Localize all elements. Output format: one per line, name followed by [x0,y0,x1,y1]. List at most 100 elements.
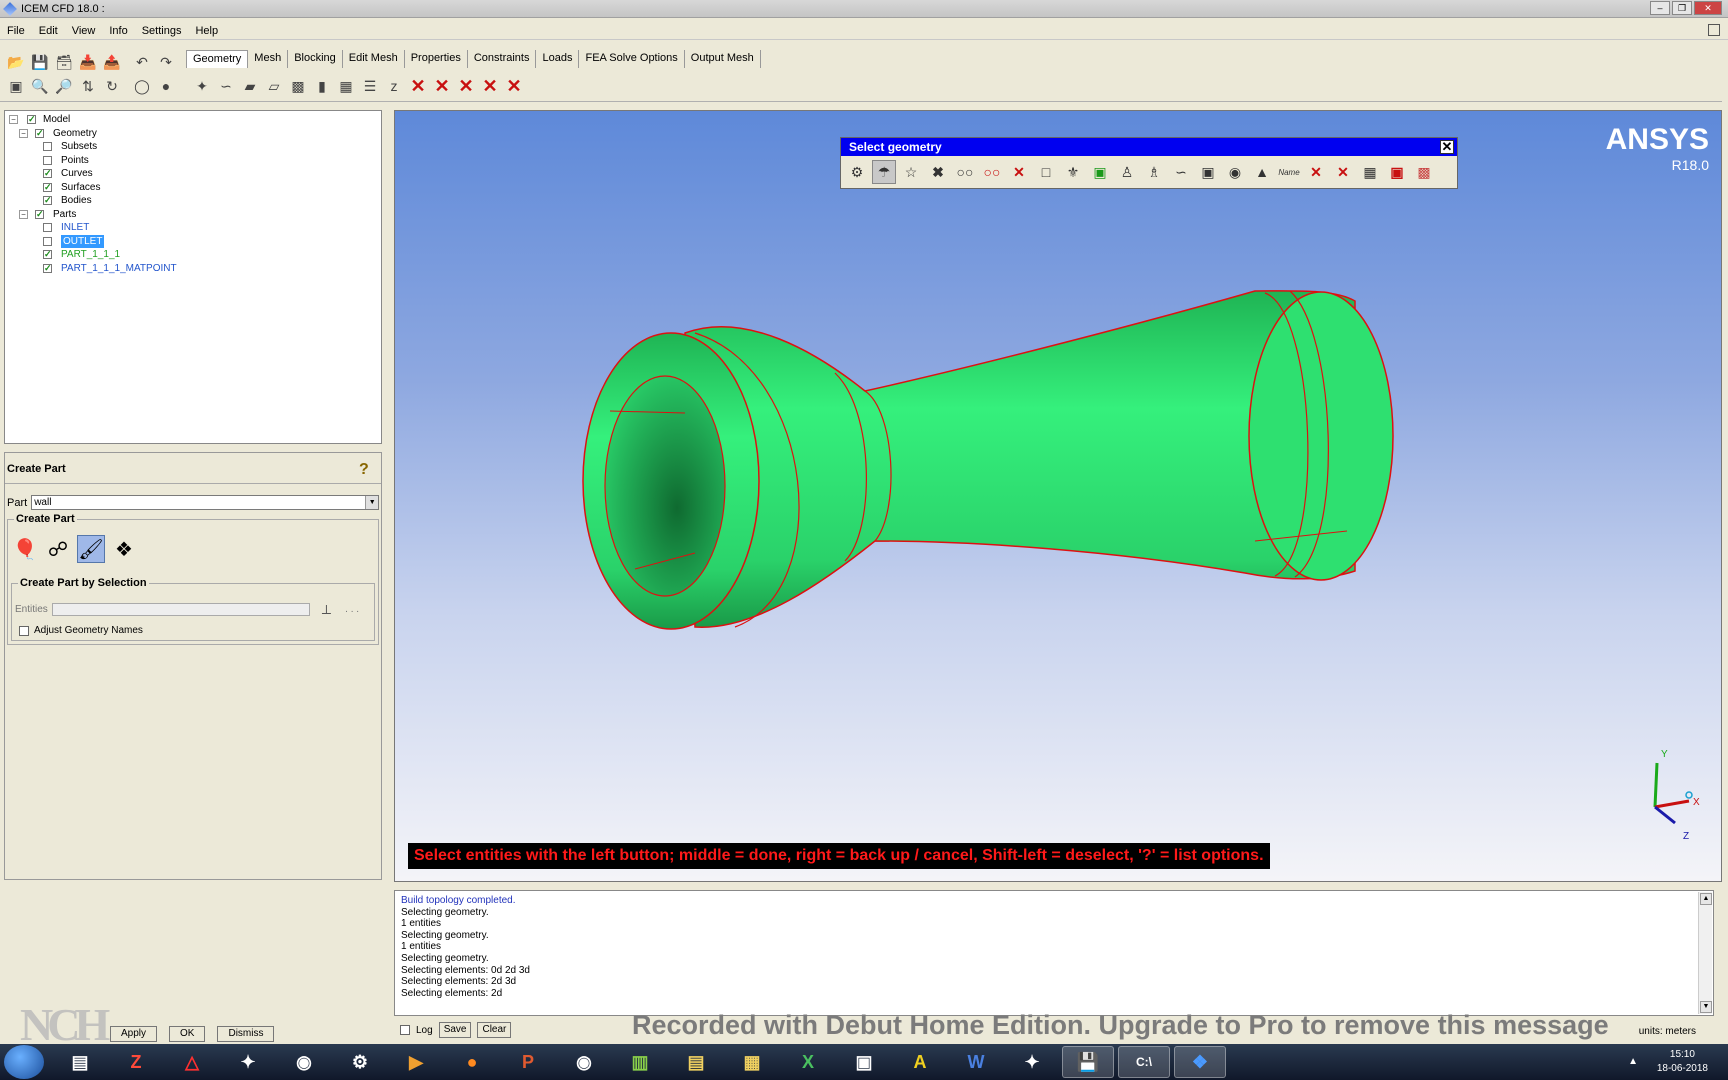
chevron-down-icon[interactable]: ▼ [365,496,379,509]
notepad-app-icon[interactable]: ▤ [54,1046,106,1078]
toggle-dynamic-icon[interactable]: ⚙ [845,160,869,184]
tab-fea-solve-options[interactable]: FEA Solve Options [579,50,685,68]
settings-app-icon[interactable]: ⚙ [334,1046,386,1078]
select-curves-icon[interactable]: ∽ [1169,160,1193,184]
subsets-checkbox[interactable] [43,142,52,151]
measure-icon[interactable]: ⇅ [78,76,98,96]
globe-app-icon[interactable]: ◉ [558,1046,610,1078]
tree-item-parts[interactable]: − ✓ Parts [5,208,381,222]
part-matpoint-checkbox[interactable]: ✓ [43,263,52,273]
zoom-icon[interactable]: 🔍 [30,76,50,96]
cancel-selection-icon[interactable]: ✕ [1007,160,1031,184]
powerpoint-app-icon[interactable]: P [502,1046,554,1078]
delete-curve-icon[interactable]: ✕ [432,76,452,96]
transform-geometry-icon[interactable]: ▦ [336,76,356,96]
maximize-button[interactable]: ❐ [1672,1,1692,15]
tree-item-model[interactable]: − ✓ Model [5,113,381,127]
collapse-model-icon[interactable]: − [9,115,18,124]
wireframe-icon[interactable]: ◯ [132,76,152,96]
help-icon[interactable]: ? [359,461,375,478]
tab-geometry[interactable]: Geometry [186,50,249,68]
delete-point-icon[interactable]: ✕ [408,76,428,96]
scroll-up-icon[interactable]: ▲ [1700,893,1712,905]
model-visibility-checkbox[interactable]: ✓ [27,115,36,124]
ok-button[interactable]: OK [169,1026,206,1042]
select-all-visible-icon[interactable]: ○○ [953,160,977,184]
clear-log-button[interactable]: Clear [477,1022,512,1038]
import-icon[interactable]: 📥 [78,52,98,72]
select-items-in-polygon-region-icon[interactable]: ☆ [899,160,923,184]
tree-item-inlet[interactable]: INLET [5,221,381,235]
select-by-name-icon[interactable]: Name [1277,160,1301,184]
zoom-box-icon[interactable]: 🔎 [54,76,74,96]
firefox-app-icon[interactable]: ● [446,1046,498,1078]
tree-item-part-1-1-1[interactable]: ✓ PART_1_1_1 [5,248,381,262]
log-checkbox[interactable] [400,1025,410,1035]
toggle-material-points-icon[interactable]: ▩ [1412,160,1436,184]
geometry-visibility-checkbox[interactable]: ✓ [35,128,44,138]
tab-edit-mesh[interactable]: Edit Mesh [343,50,405,68]
dismiss-button[interactable]: Dismiss [217,1026,275,1042]
fluent-app-icon[interactable]: ✦ [222,1046,274,1078]
excel-app-icon[interactable]: X [782,1046,834,1078]
part-1-1-1-checkbox[interactable]: ✓ [43,250,52,259]
create-point-icon[interactable]: ✦ [192,76,212,96]
select-surfaces-icon[interactable]: ▣ [1088,160,1112,184]
tab-mesh[interactable]: Mesh [248,50,289,68]
open-folder-icon[interactable]: 📂 [6,52,26,72]
message-scrollbar[interactable]: ▲ ▼ [1698,892,1712,1014]
surfaces-checkbox[interactable]: ✓ [43,182,52,192]
tab-constraints[interactable]: Constraints [468,50,537,68]
adjust-geometry-names-checkbox[interactable] [19,625,29,636]
delete-any-entity-icon[interactable]: ✕ [504,76,524,96]
menu-info[interactable]: Info [102,25,134,37]
select-entities-icon[interactable]: ⟂ [322,601,331,618]
delete-surface-icon[interactable]: ✕ [456,76,476,96]
save-log-button[interactable]: Save [438,1022,472,1038]
tab-loads[interactable]: Loads [536,50,580,68]
word-app-icon[interactable]: W [950,1046,1002,1078]
tab-blocking[interactable]: Blocking [288,50,343,68]
menu-help[interactable]: Help [188,25,225,37]
select-bodies-icon[interactable]: ▣ [1196,160,1220,184]
create-part-by-selection-icon[interactable]: 🎈 [11,535,39,563]
toggle-box-selection-icon[interactable]: □ [1034,160,1058,184]
graphics-viewport[interactable]: ANSYS R18.0 Select geometry ✕ ⚙ ☂ ☆ ✖ ○○… [394,110,1722,882]
repair-geometry-icon[interactable]: ▮ [312,76,332,96]
select-by-part-name-icon[interactable]: ▲ [1250,160,1274,184]
tool-app-icon[interactable]: ▣ [838,1046,890,1078]
tree-item-curves[interactable]: ✓ Curves [5,167,381,181]
fit-window-icon[interactable]: ▣ [6,76,26,96]
tree-item-surfaces[interactable]: ✓ Surfaces [5,181,381,195]
minimize-button[interactable]: – [1650,1,1670,15]
create-part-by-body-icon[interactable]: ❖ [110,535,138,563]
tab-properties[interactable]: Properties [405,50,468,68]
parts-visibility-checkbox[interactable]: ✓ [35,209,44,219]
folder-app-icon[interactable]: ▤ [670,1046,722,1078]
select-by-color-icon[interactable]: ◉ [1223,160,1247,184]
debut-recorder-app-icon[interactable]: 💾 [1062,1046,1114,1078]
solid-shading-icon[interactable]: ● [156,76,176,96]
outlet-checkbox[interactable] [43,236,52,246]
media-player-app-icon[interactable]: ▶ [390,1046,442,1078]
select-all-appropriate-icon[interactable]: ✖ [926,160,950,184]
menu-settings[interactable]: Settings [135,25,189,37]
entities-input[interactable] [51,603,310,616]
tree-item-subsets[interactable]: Subsets [5,140,381,154]
ansys-fluent-app-icon[interactable]: ✦ [1006,1046,1058,1078]
delete-body-icon[interactable]: ✕ [480,76,500,96]
redo-icon[interactable]: ↷ [156,52,176,72]
tab-output-mesh[interactable]: Output Mesh [685,50,761,68]
restore-geometry-icon[interactable]: z [384,76,404,96]
icem-cfd-app-icon[interactable]: ❖ [1174,1046,1226,1078]
acrobat-app-icon[interactable]: △ [166,1046,218,1078]
restore-panel-icon[interactable] [1708,24,1720,36]
terminal-app-icon[interactable]: C:\ [1118,1046,1170,1078]
filezilla-app-icon[interactable]: Z [110,1046,162,1078]
tree-item-outlet[interactable]: OUTLET [5,234,381,248]
create-part-by-selection-active-icon[interactable]: 🖌 [77,535,105,563]
select-by-subset-icon[interactable]: ♙ [1115,160,1139,184]
create-curve-icon[interactable]: ∽ [216,76,236,96]
bodies-checkbox[interactable]: ✓ [43,196,52,205]
menu-file[interactable]: File [0,25,32,37]
